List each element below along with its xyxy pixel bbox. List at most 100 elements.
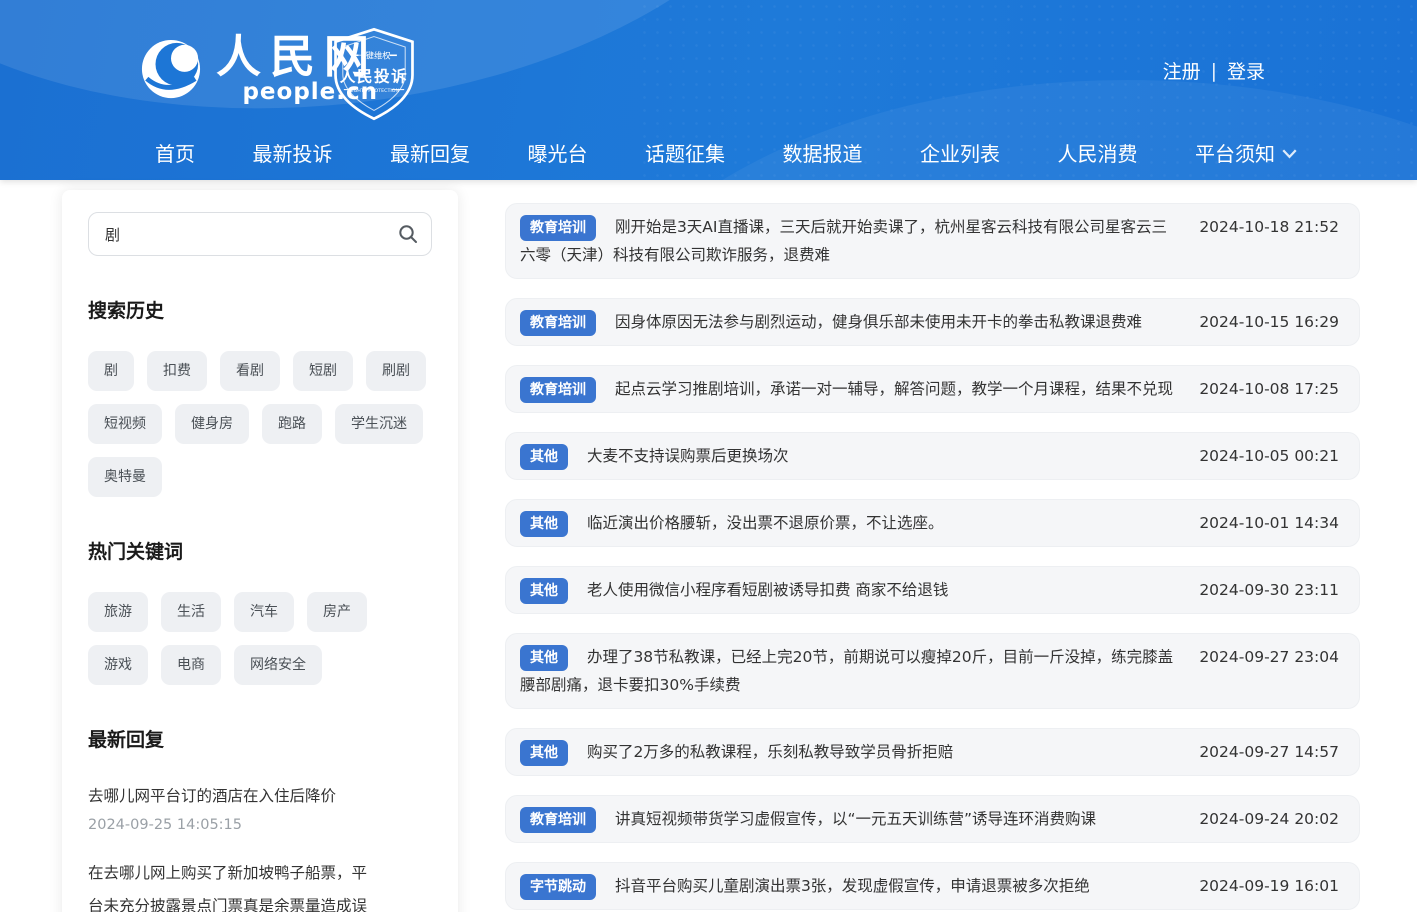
complaint-time: 2024-10-08 17:25 — [1199, 375, 1339, 403]
complaint-row[interactable]: 2024-10-15 16:29 教育培训 因身体原因无法参与剧烈运动，健身俱乐… — [505, 298, 1360, 346]
hot-keyword-tag[interactable]: 汽车 — [234, 592, 294, 632]
register-link[interactable]: 注册 — [1163, 57, 1201, 84]
latest-replies-title: 最新回复 — [88, 725, 432, 752]
history-tag[interactable]: 剧 — [88, 351, 134, 391]
nav-item-label: 数据报道 — [783, 138, 863, 167]
complaint-time: 2024-09-27 14:57 — [1199, 738, 1339, 766]
nav-item[interactable]: 曝光台 — [528, 138, 588, 167]
auth-separator: | — [1211, 60, 1217, 82]
complaint-row[interactable]: 2024-09-27 14:57 其他 购买了2万多的私教课程，乐刻私教导致学员… — [505, 728, 1360, 776]
category-badge: 字节跳动 — [520, 874, 596, 900]
nav-item[interactable]: 最新回复 — [390, 138, 470, 167]
complaint-text: 因身体原因无法参与剧烈运动，健身俱乐部未使用未开卡的拳击私教课退费难 — [615, 313, 1142, 331]
reply-time: 2024-09-25 14:05:15 — [88, 817, 432, 833]
category-badge: 其他 — [520, 740, 568, 766]
complaint-row[interactable]: 2024-10-18 21:52 教育培训 刚开始是3天AI直播课，三天后就开始… — [505, 203, 1360, 279]
complaint-time: 2024-09-30 23:11 — [1199, 576, 1339, 604]
nav-item-label: 平台须知 — [1195, 138, 1275, 167]
nav-item-label: 首页 — [155, 138, 195, 167]
category-badge: 其他 — [520, 645, 568, 671]
search-box — [88, 212, 432, 256]
complaint-time: 2024-10-15 16:29 — [1199, 308, 1339, 336]
nav-item[interactable]: 平台须知 — [1195, 138, 1297, 167]
complaint-row[interactable]: 2024-10-08 17:25 教育培训 起点云学习推剧培训，承诺一对一辅导，… — [505, 365, 1360, 413]
history-tag[interactable]: 奥特曼 — [88, 457, 162, 497]
category-badge: 教育培训 — [520, 807, 596, 833]
hot-keyword-tag[interactable]: 旅游 — [88, 592, 148, 632]
history-tag[interactable]: 短剧 — [293, 351, 353, 391]
complaint-row[interactable]: 2024-09-27 23:04 其他 办理了38节私教课，已经上完20节，前期… — [505, 633, 1360, 709]
sidebar: 搜索历史 剧 扣费 看剧 短剧 刷剧 短视频 健身房 跑路 学生沉迷 奥特曼 热… — [62, 190, 458, 912]
search-history-title: 搜索历史 — [88, 296, 432, 323]
complaint-text: 抖音平台购买儿童剧演出票3张，发现虚假宣传，申请退票被多次拒绝 — [615, 877, 1090, 895]
nav-item[interactable]: 话题征集 — [645, 138, 725, 167]
complaint-text: 大麦不支持误购票后更换场次 — [587, 447, 789, 465]
nav-item-label: 曝光台 — [528, 138, 588, 167]
history-tag[interactable]: 健身房 — [175, 404, 249, 444]
hot-keyword-tags: 旅游 生活 汽车 房产 游戏 电商 网络安全 — [88, 592, 432, 685]
complaint-text: 办理了38节私教课，已经上完20节，前期说可以瘦掉20斤，目前一斤没掉，练完膝盖… — [520, 648, 1173, 694]
reply-text: 在去哪儿网上购买了新加坡鸭子船票，平台未充分披露景点门票真是余票量造成误购后不退… — [88, 857, 378, 912]
hot-keyword-tag[interactable]: 网络安全 — [234, 645, 322, 685]
complaint-list: 2024-10-18 21:52 教育培训 刚开始是3天AI直播课，三天后就开始… — [505, 203, 1360, 912]
nav-item-label: 最新投诉 — [253, 138, 333, 167]
nav-item-label: 话题征集 — [645, 138, 725, 167]
nav-item[interactable]: 首页 — [155, 138, 195, 167]
category-badge: 其他 — [520, 511, 568, 537]
login-link[interactable]: 登录 — [1227, 57, 1265, 84]
category-badge: 其他 — [520, 578, 568, 604]
hot-keywords-title: 热门关键词 — [88, 537, 432, 564]
complaint-time: 2024-10-18 21:52 — [1199, 213, 1339, 241]
complaint-text: 购买了2万多的私教课程，乐刻私教导致学员骨折拒赔 — [587, 743, 953, 761]
category-badge: 其他 — [520, 444, 568, 470]
complaint-text: 刚开始是3天AI直播课，三天后就开始卖课了，杭州星客云科技有限公司星客云三六零（… — [520, 218, 1167, 264]
history-tag[interactable]: 短视频 — [88, 404, 162, 444]
people-cn-globe-icon — [140, 38, 202, 100]
nav-item[interactable]: 最新投诉 — [253, 138, 333, 167]
reply-text: 去哪儿网平台订的酒店在入住后降价 — [88, 780, 378, 813]
history-tag[interactable]: 学生沉迷 — [335, 404, 423, 444]
auth-links: 注册 | 登录 — [1163, 57, 1265, 84]
nav-item-label: 最新回复 — [390, 138, 470, 167]
search-history-tags: 剧 扣费 看剧 短剧 刷剧 短视频 健身房 跑路 学生沉迷 奥特曼 — [88, 351, 432, 497]
complaint-platform-shield-badge: 一键维权 人民投诉 RIGHTS PROTECTION — [322, 26, 426, 122]
complaint-row[interactable]: 2024-09-19 16:01 字节跳动 抖音平台购买儿童剧演出票3张，发现虚… — [505, 862, 1360, 910]
nav-item-label: 人民消费 — [1058, 138, 1138, 167]
complaint-text: 临近演出价格腰斩，没出票不退原价票，不让选座。 — [587, 514, 944, 532]
category-badge: 教育培训 — [520, 377, 596, 403]
chevron-down-icon — [1282, 149, 1297, 159]
complaint-row[interactable]: 2024-10-05 00:21 其他 大麦不支持误购票后更换场次 — [505, 432, 1360, 480]
header: 人民网 people.cn 一键维权 人民投诉 RIGHTS PROTECTIO… — [0, 0, 1417, 180]
complaint-time: 2024-09-24 20:02 — [1199, 805, 1339, 833]
category-badge: 教育培训 — [520, 215, 596, 241]
history-tag[interactable]: 看剧 — [220, 351, 280, 391]
reply-item[interactable]: 去哪儿网平台订的酒店在入住后降价 2024-09-25 14:05:15 — [88, 780, 432, 833]
svg-text:一键维权: 一键维权 — [357, 50, 391, 60]
hot-keyword-tag[interactable]: 电商 — [161, 645, 221, 685]
reply-item[interactable]: 在去哪儿网上购买了新加坡鸭子船票，平台未充分披露景点门票真是余票量造成误购后不退… — [88, 857, 432, 912]
nav-item-label: 企业列表 — [920, 138, 1000, 167]
complaint-text: 老人使用微信小程序看短剧被诱导扣费 商家不给退钱 — [587, 581, 948, 599]
nav-item[interactable]: 数据报道 — [783, 138, 863, 167]
complaint-row[interactable]: 2024-09-30 23:11 其他 老人使用微信小程序看短剧被诱导扣费 商家… — [505, 566, 1360, 614]
hot-keyword-tag[interactable]: 游戏 — [88, 645, 148, 685]
complaint-time: 2024-10-05 00:21 — [1199, 442, 1339, 470]
latest-replies-list: 去哪儿网平台订的酒店在入住后降价 2024-09-25 14:05:15 在去哪… — [88, 780, 432, 912]
history-tag[interactable]: 扣费 — [147, 351, 207, 391]
hot-keyword-tag[interactable]: 生活 — [161, 592, 221, 632]
complaint-row[interactable]: 2024-10-01 14:34 其他 临近演出价格腰斩，没出票不退原价票，不让… — [505, 499, 1360, 547]
nav-item[interactable]: 人民消费 — [1058, 138, 1138, 167]
search-icon[interactable] — [398, 224, 418, 244]
history-tag[interactable]: 跑路 — [262, 404, 322, 444]
complaint-text: 讲真短视频带货学习虚假宣传，以“一元五天训练营”诱导连环消费购课 — [615, 810, 1096, 828]
nav-item[interactable]: 企业列表 — [920, 138, 1000, 167]
history-tag[interactable]: 刷剧 — [366, 351, 426, 391]
hot-keyword-tag[interactable]: 房产 — [307, 592, 367, 632]
main-nav: 首页 最新投诉 最新回复 曝光台 话题征集 — [155, 124, 1297, 180]
complaint-time: 2024-09-19 16:01 — [1199, 872, 1339, 900]
svg-text:人民投诉: 人民投诉 — [340, 66, 409, 85]
search-input[interactable] — [88, 212, 432, 256]
complaint-row[interactable]: 2024-09-24 20:02 教育培训 讲真短视频带货学习虚假宣传，以“一元… — [505, 795, 1360, 843]
category-badge: 教育培训 — [520, 310, 596, 336]
complaint-time: 2024-10-01 14:34 — [1199, 509, 1339, 537]
